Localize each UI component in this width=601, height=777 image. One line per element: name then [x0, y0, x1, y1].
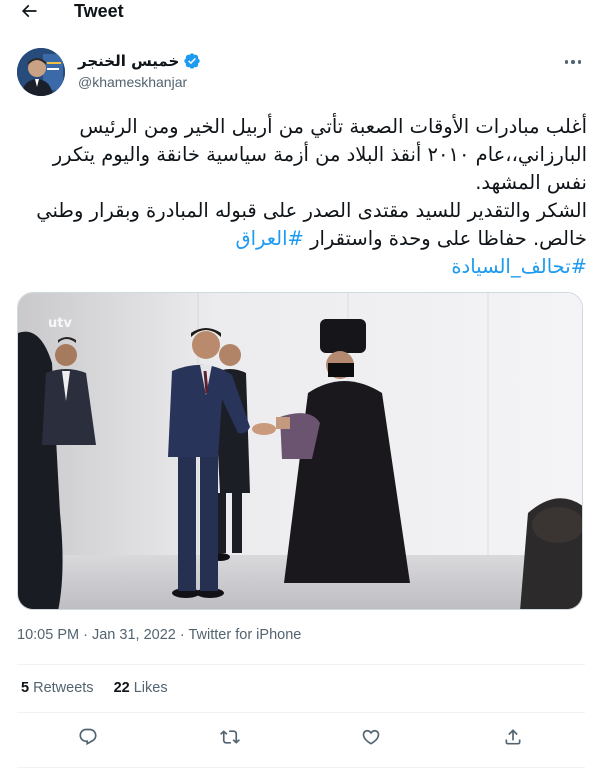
- like-button[interactable]: [360, 726, 382, 748]
- tweet-paragraph-1: أغلب مبادرات الأوقات الصعبة تأتي من أربي…: [52, 115, 587, 194]
- avatar[interactable]: [17, 48, 65, 96]
- retweets-label: Retweets: [33, 680, 94, 696]
- divider: [17, 712, 585, 713]
- tweet-time[interactable]: 10:05 PM: [17, 627, 79, 643]
- meta-separator: ·: [83, 627, 88, 643]
- likes-label: Likes: [133, 680, 168, 696]
- divider: [17, 767, 585, 768]
- heart-icon: [362, 729, 380, 745]
- back-button[interactable]: [16, 0, 42, 22]
- tweet-actions: [17, 726, 585, 752]
- tweet-author: خميس الخنجر @khameskhanjar: [17, 48, 585, 100]
- more-options-button[interactable]: [561, 52, 585, 72]
- user-handle[interactable]: @khameskhanjar: [78, 74, 187, 90]
- page-title: Tweet: [74, 1, 124, 21]
- tweet-meta: 10:05 PM · Jan 31, 2022 · Twitter for iP…: [17, 627, 301, 643]
- tweet-date[interactable]: Jan 31, 2022: [92, 627, 176, 643]
- top-bar: Tweet: [0, 0, 601, 26]
- hashtag-iraq[interactable]: #العراق: [235, 227, 303, 250]
- divider: [17, 664, 585, 665]
- likes-count: 22: [113, 680, 130, 696]
- retweet-button[interactable]: [219, 726, 241, 748]
- hashtag-sovereignty-alliance[interactable]: #تحالف_السيادة: [451, 255, 587, 278]
- tweet-paragraph-2-text: الشكر والتقدير للسيد مقتدى الصدر على قبو…: [36, 199, 587, 250]
- arrow-left-icon: [21, 4, 37, 18]
- meta-separator-2: ·: [179, 627, 185, 643]
- likes-stat[interactable]: 22 Likes: [114, 680, 168, 696]
- verified-badge-icon: [184, 53, 200, 69]
- retweet-icon: [220, 730, 240, 744]
- retweets-count: 5: [21, 680, 30, 696]
- tweet-media-photo[interactable]: utv: [17, 292, 583, 610]
- reply-button[interactable]: [77, 726, 99, 748]
- tweet-paragraph-2: الشكر والتقدير للسيد مقتدى الصدر على قبو…: [17, 197, 587, 281]
- more-dots-icon: [564, 60, 569, 64]
- media-channel-logo: utv: [48, 316, 72, 331]
- tweet-source-link[interactable]: Twitter for iPhone: [189, 627, 302, 643]
- display-name[interactable]: خميس الخنجر: [78, 52, 179, 70]
- share-icon: [505, 729, 521, 745]
- name-line: خميس الخنجر: [78, 52, 201, 70]
- tweet-text: أغلب مبادرات الأوقات الصعبة تأتي من أربي…: [17, 113, 587, 281]
- reply-icon: [79, 728, 97, 746]
- tweet-stats: 5 Retweets 22 Likes: [21, 680, 168, 696]
- share-button[interactable]: [502, 726, 524, 748]
- retweets-stat[interactable]: 5 Retweets: [21, 680, 94, 696]
